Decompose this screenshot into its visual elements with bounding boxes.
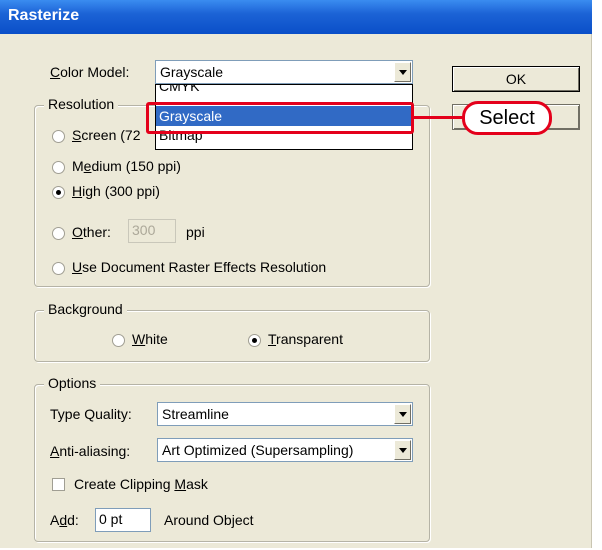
background-group-title: Background <box>44 301 127 317</box>
clipping-mask-checkbox[interactable] <box>52 478 65 491</box>
window-title: Rasterize <box>8 7 80 24</box>
radio-screen[interactable] <box>52 130 65 143</box>
radio-use-document[interactable] <box>52 262 65 275</box>
select-callout: Select <box>462 101 552 135</box>
high-label: High (300 ppi) <box>72 183 160 199</box>
radio-white[interactable] <box>112 334 125 347</box>
background-group <box>34 310 430 362</box>
around-object-label: Around Object <box>164 512 254 528</box>
clipping-mask-label: Create Clipping Mask <box>74 476 208 492</box>
color-model-value: Grayscale <box>160 64 224 80</box>
transparent-label: Transparent <box>268 331 343 347</box>
add-input[interactable]: 0 pt <box>95 508 151 532</box>
type-quality-select[interactable]: Streamline <box>157 402 413 426</box>
chevron-down-icon[interactable] <box>394 404 411 424</box>
rasterize-dialog: Rasterize Color Model: Grayscale OK Reso… <box>0 0 592 548</box>
options-group-title: Options <box>44 375 101 391</box>
other-label: Other: <box>72 224 111 240</box>
highlight-ring <box>146 102 414 134</box>
type-quality-label: Type Quality: <box>50 406 132 422</box>
other-unit-label: ppi <box>186 224 205 240</box>
screen-label: Screen (72 <box>72 127 141 143</box>
add-label: Add: <box>50 512 79 528</box>
chevron-down-icon[interactable] <box>394 62 411 82</box>
resolution-group-title: Resolution <box>44 96 119 112</box>
chevron-down-icon[interactable] <box>394 440 411 460</box>
other-ppi-value: 300 <box>132 222 156 238</box>
color-model-label: Color Model: <box>50 64 130 80</box>
other-ppi-input[interactable]: 300 <box>128 219 176 243</box>
white-label: White <box>132 331 168 347</box>
radio-other[interactable] <box>52 227 65 240</box>
radio-medium[interactable] <box>52 161 65 174</box>
use-document-label: Use Document Raster Effects Resolution <box>72 259 327 275</box>
type-quality-value: Streamline <box>162 406 229 422</box>
add-value: 0 pt <box>99 511 123 527</box>
medium-label: Medium (150 ppi) <box>72 158 181 174</box>
anti-aliasing-value: Art Optimized (Supersampling) <box>162 442 354 458</box>
ok-button[interactable]: OK <box>452 66 580 92</box>
anti-aliasing-select[interactable]: Art Optimized (Supersampling) <box>157 438 413 462</box>
radio-high[interactable] <box>52 186 65 199</box>
radio-transparent[interactable] <box>248 334 261 347</box>
title-bar[interactable]: Rasterize <box>0 0 592 34</box>
dropdown-item-cmyk[interactable]: CMYK <box>159 85 199 94</box>
callout-connector <box>414 116 464 119</box>
color-model-select[interactable]: Grayscale <box>155 60 413 84</box>
anti-aliasing-label: Anti-aliasing: <box>50 443 131 459</box>
